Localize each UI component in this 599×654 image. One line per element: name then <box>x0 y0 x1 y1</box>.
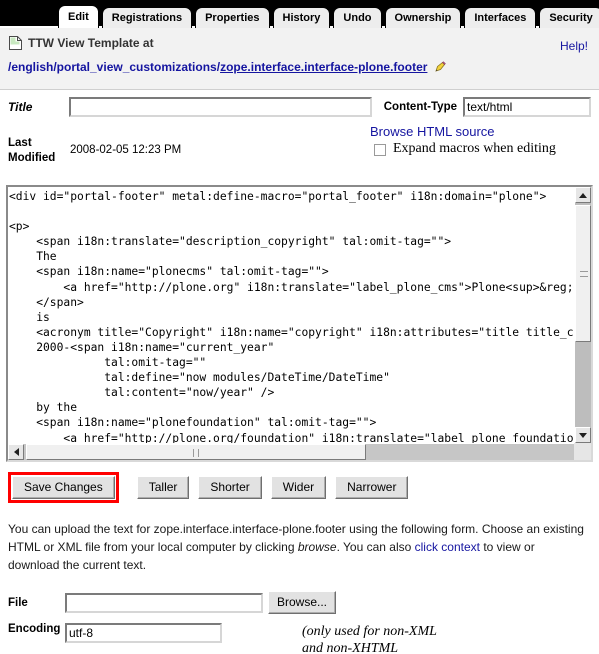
title-input[interactable] <box>68 97 372 117</box>
editor-options: Browse HTML source Expand macros when ed… <box>370 122 556 176</box>
page-header: TTW View Template at Help! /english/port… <box>0 28 599 90</box>
breadcrumb: /english/portal_view_customizations/zope… <box>8 60 589 74</box>
help-link[interactable]: Help! <box>560 39 588 53</box>
scroll-up-button[interactable] <box>575 187 591 203</box>
browse-italic: browse <box>297 540 337 554</box>
tab-properties[interactable]: Properties <box>195 7 270 28</box>
scroll-left-button[interactable] <box>8 444 24 460</box>
description-part-2: . You can also <box>336 540 415 554</box>
scroll-down-button[interactable] <box>575 427 591 443</box>
expand-macros-row: Expand macros when editing <box>370 140 556 157</box>
breadcrumb-current[interactable]: zope.interface.interface-plone.footer <box>220 60 427 74</box>
tab-edit[interactable]: Edit <box>58 5 99 28</box>
editor-vertical-scrollbar[interactable] <box>574 187 591 443</box>
save-button-highlight: Save Changes <box>8 472 119 503</box>
content-type-input[interactable] <box>463 97 591 117</box>
file-input[interactable] <box>65 592 263 613</box>
chevron-down-icon <box>579 432 587 438</box>
expand-macros-label: Expand macros when editing <box>393 141 556 156</box>
encoding-input[interactable] <box>65 623 222 643</box>
title-row: Title Content-Type <box>8 94 591 120</box>
document-icon <box>8 35 23 51</box>
wider-button[interactable]: Wider <box>270 476 327 499</box>
last-modified-row: Last Modified 2008-02-05 12:23 PM Browse… <box>8 122 591 176</box>
tab-bar: Edit Registrations Properties History Un… <box>0 0 599 28</box>
scrollbar-corner <box>574 443 591 460</box>
editor-content[interactable]: <div id="portal-footer" metal:define-mac… <box>8 187 574 443</box>
chevron-left-icon <box>13 448 19 456</box>
tab-ownership[interactable]: Ownership <box>384 7 462 28</box>
tab-undo[interactable]: Undo <box>333 7 382 28</box>
chevron-up-icon <box>579 192 587 198</box>
grip-icon <box>580 270 588 277</box>
last-modified-label: Last Modified <box>8 137 56 164</box>
page-title: TTW View Template at <box>28 36 154 50</box>
taller-button[interactable]: Taller <box>136 476 190 499</box>
breadcrumb-path[interactable]: /english/portal_view_customizations/ <box>8 60 220 74</box>
narrower-button[interactable]: Narrower <box>335 476 409 499</box>
file-row: File Browse... <box>8 591 599 614</box>
template-source-editor[interactable]: <div id="portal-footer" metal:define-mac… <box>6 185 593 462</box>
tab-registrations[interactable]: Registrations <box>101 7 193 28</box>
tab-history[interactable]: History <box>272 7 331 28</box>
last-modified-value: 2008-02-05 12:23 PM <box>70 144 182 156</box>
encoding-label: Encoding <box>8 623 61 635</box>
pencil-icon[interactable] <box>433 60 447 74</box>
encoding-note: (only used for non-XML and non-XHTML <box>302 624 437 654</box>
click-context-link[interactable]: click context <box>415 540 480 554</box>
editor-button-row: Save Changes Taller Shorter Wider Narrow… <box>8 472 599 503</box>
file-label: File <box>8 596 28 609</box>
horizontal-scroll-thumb[interactable] <box>26 444 366 460</box>
upload-description: You can upload the text for zope.interfa… <box>8 520 588 574</box>
title-line: TTW View Template at <box>8 35 589 51</box>
save-changes-button[interactable]: Save Changes <box>12 476 115 499</box>
vertical-scroll-thumb[interactable] <box>575 205 591 342</box>
expand-macros-checkbox[interactable] <box>374 144 386 156</box>
form-body: Title Content-Type Last Modified 2008-02… <box>0 94 599 176</box>
editor-horizontal-scrollbar[interactable] <box>8 443 591 460</box>
tab-interfaces[interactable]: Interfaces <box>464 7 537 28</box>
shorter-button[interactable]: Shorter <box>198 476 262 499</box>
browse-button[interactable]: Browse... <box>268 591 337 614</box>
tab-security[interactable]: Security <box>539 7 599 28</box>
encoding-row: Encoding (only used for non-XML and non-… <box>8 623 599 654</box>
content-type-label: Content-Type <box>383 101 457 113</box>
editor-viewport: <div id="portal-footer" metal:define-mac… <box>8 187 574 443</box>
grip-icon <box>193 449 199 457</box>
browse-html-source-link[interactable]: Browse HTML source <box>370 124 556 139</box>
title-label: Title <box>8 100 33 114</box>
